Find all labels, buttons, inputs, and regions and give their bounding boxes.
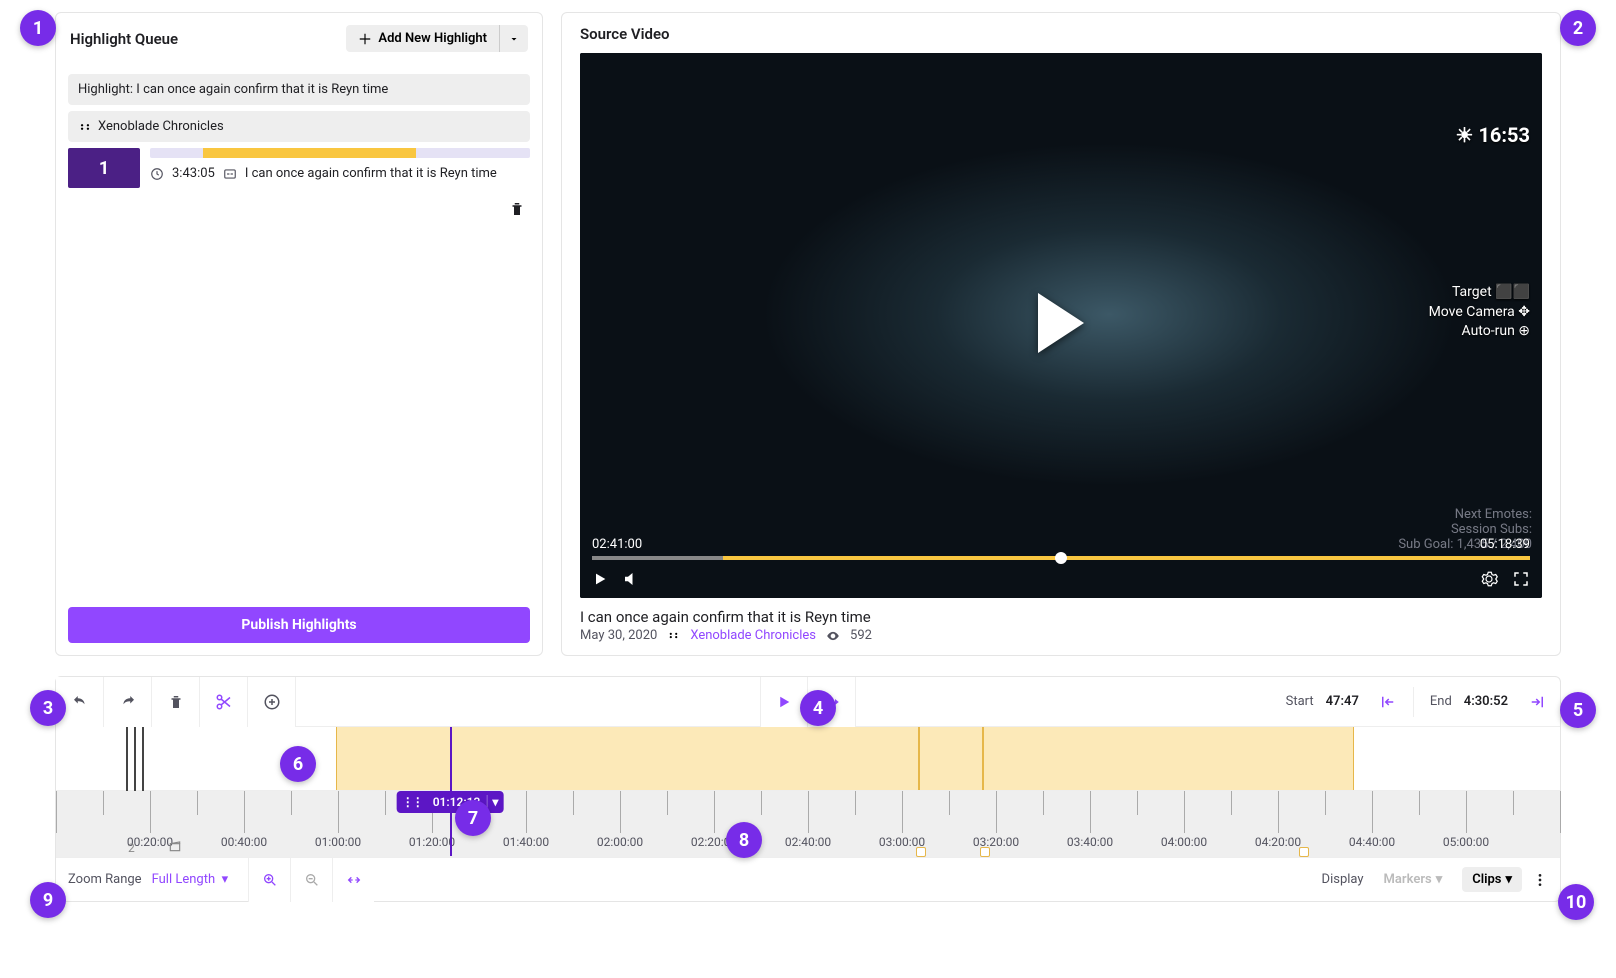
add-marker-button[interactable] [248,677,296,727]
start-label: Start [1286,694,1314,709]
marker-count: 2 [128,841,135,855]
add-highlight-button[interactable]: Add New Highlight [346,25,499,52]
clapper-icon [168,839,182,853]
fullscreen-button[interactable] [1512,570,1530,588]
timeline-footer: Zoom Range Full Length ▾ Display Markers… [56,857,1560,901]
source-video-panel: Source Video ☀ 16:53 Target ⬛⬛ Move Came… [561,12,1561,656]
zoom-out-button[interactable] [290,858,332,902]
zoom-out-icon [304,872,320,888]
more-options-button[interactable] [1532,872,1548,888]
eye-icon [826,629,840,643]
video-title: I can once again confirm that it is Reyn… [580,608,1542,626]
zoom-in-button[interactable] [248,858,290,902]
bracket-left-icon [1379,693,1397,711]
add-circle-icon [263,693,281,711]
zoom-in-icon [262,872,278,888]
gamepad-icon [78,120,92,134]
annotation-5: 5 [1560,692,1596,728]
video-game-link[interactable]: Xenoblade Chronicles [690,628,816,643]
fit-button[interactable] [332,858,374,902]
play-icon [775,693,793,711]
bracket-right-icon [1528,693,1546,711]
display-label: Display [1322,872,1364,887]
highlight-caption: I can once again confirm that it is Reyn… [245,166,497,181]
game-hud: ☀ 16:53 [1456,63,1530,147]
split-button[interactable] [200,677,248,727]
annotation-4: 4 [800,690,836,726]
scissors-icon [215,693,233,711]
highlight-item[interactable]: 1 3:43:05 I can once again confirm that … [68,148,530,188]
annotation-2: 2 [1560,10,1596,46]
caption-icon [223,167,237,181]
gamepad-icon [667,629,680,642]
annotation-9: 9 [30,882,66,918]
delete-highlight-button[interactable] [504,196,530,222]
drag-grip-icon: ⋮⋮ [397,795,427,809]
annotation-1: 1 [20,10,56,46]
video-seek-bar[interactable] [592,556,1530,560]
set-end-button[interactable] [1528,693,1546,711]
highlight-title-pill[interactable]: Highlight: I can once again confirm that… [68,74,530,105]
clips-toggle[interactable]: Clips ▾ [1462,867,1522,892]
highlight-index: 1 [68,148,140,188]
clock-icon [150,167,164,181]
start-value: 47:47 [1326,694,1359,709]
plus-icon [358,32,372,46]
highlight-queue-panel: Highlight Queue Add New Highlight Highli… [55,12,543,656]
end-value: 4:30:52 [1464,694,1508,709]
fullscreen-icon [1512,570,1530,588]
video-player[interactable]: ☀ 16:53 Target ⬛⬛ Move Camera ✥ Auto-run… [580,53,1542,598]
video-controls: 02:41:00 05:18:39 [580,527,1542,598]
queue-title: Highlight Queue [70,30,178,48]
video-view-count: 592 [850,628,872,643]
redo-icon [119,693,137,711]
annotation-8: 8 [726,822,762,858]
zoom-range-label: Zoom Range [68,872,142,887]
video-current-time: 02:41:00 [592,537,642,552]
game-category-pill[interactable]: Xenoblade Chronicles [68,111,530,142]
gear-icon [1480,570,1498,588]
chapter-markers [126,727,144,790]
set-start-button[interactable] [1379,693,1397,711]
trash-icon [167,693,185,711]
redo-button[interactable] [104,677,152,727]
volume-button[interactable] [622,570,640,588]
zoom-range-select[interactable]: Full Length ▾ [142,872,249,887]
settings-button[interactable] [1480,570,1498,588]
timeline-ruler[interactable]: ⋮⋮ 01:12:13 ▾ 00:20:0000:40:0001:00:0001… [56,791,1560,857]
play-icon [592,571,608,587]
trash-icon [508,200,526,218]
chevron-down-icon [508,33,520,45]
source-video-title: Source Video [580,25,1542,43]
annotation-10: 10 [1558,884,1594,920]
video-date: May 30, 2020 [580,628,657,643]
highlight-mini-timeline [150,148,530,158]
chevron-down-icon[interactable]: ▾ [486,795,503,809]
play-overlay-button[interactable] [1038,293,1084,353]
end-label: End [1430,694,1452,709]
game-controls-hud: Target ⬛⬛ Move Camera ✥ Auto-run ⊕ [1429,283,1530,342]
highlight-timestamp: 3:43:05 [172,166,215,181]
publish-highlights-button[interactable]: Publish Highlights [68,607,530,643]
annotation-6: 6 [280,746,316,782]
highlight-segment[interactable] [336,727,1354,790]
play-button[interactable] [592,571,608,587]
annotation-3: 3 [30,690,66,726]
volume-icon [622,570,640,588]
timeline-delete-button[interactable] [152,677,200,727]
markers-toggle[interactable]: Markers ▾ [1374,867,1453,892]
annotation-7: 7 [455,800,491,836]
fit-icon [346,872,362,888]
more-vertical-icon [1532,872,1548,888]
video-total-time: 05:18:39 [1480,537,1530,552]
undo-icon [71,693,89,711]
add-highlight-dropdown[interactable] [499,25,528,52]
